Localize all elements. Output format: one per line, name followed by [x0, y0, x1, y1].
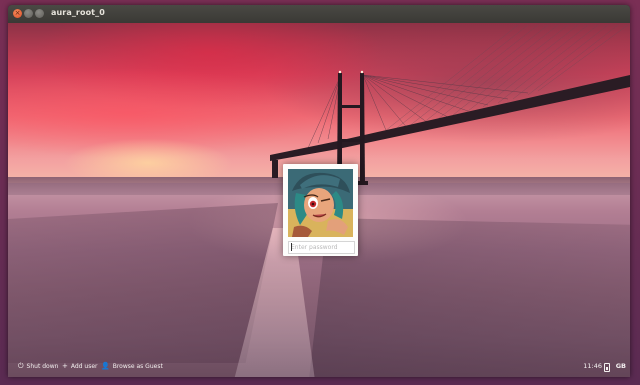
person-icon: 👤: [101, 362, 110, 370]
battery-icon[interactable]: [604, 363, 610, 372]
minimize-button[interactable]: [24, 9, 33, 18]
login-screen: ⏻ Shut down + Add user 👤 Browse as Guest…: [8, 23, 630, 377]
app-window: × aura_root_0 ⏻ Shut down + Add user 👤 B…: [8, 5, 630, 377]
plus-icon: +: [62, 362, 68, 370]
shutdown-label: Shut down: [26, 363, 59, 370]
close-button[interactable]: ×: [13, 9, 22, 18]
window-title: aura_root_0: [51, 8, 105, 17]
user-avatar[interactable]: [288, 169, 353, 237]
clock: 11:46: [583, 362, 602, 370]
power-icon: ⏻: [18, 362, 24, 370]
avatar-image: [288, 169, 353, 237]
login-card: [283, 164, 358, 256]
titlebar[interactable]: × aura_root_0: [8, 5, 630, 24]
password-field[interactable]: [288, 241, 355, 254]
shutdown-button[interactable]: ⏻ Shut down: [18, 362, 58, 371]
text-cursor: [291, 243, 292, 251]
maximize-button[interactable]: [35, 9, 44, 18]
add-user-button[interactable]: + Add user: [62, 362, 98, 370]
browse-as-guest-button[interactable]: 👤 Browse as Guest: [101, 362, 163, 370]
keyboard-layout-indicator[interactable]: GB: [616, 362, 626, 370]
bottom-bar: ⏻ Shut down + Add user 👤 Browse as Guest…: [8, 357, 630, 377]
add-user-label: Add user: [70, 362, 98, 370]
guest-label: Browse as Guest: [112, 362, 163, 370]
